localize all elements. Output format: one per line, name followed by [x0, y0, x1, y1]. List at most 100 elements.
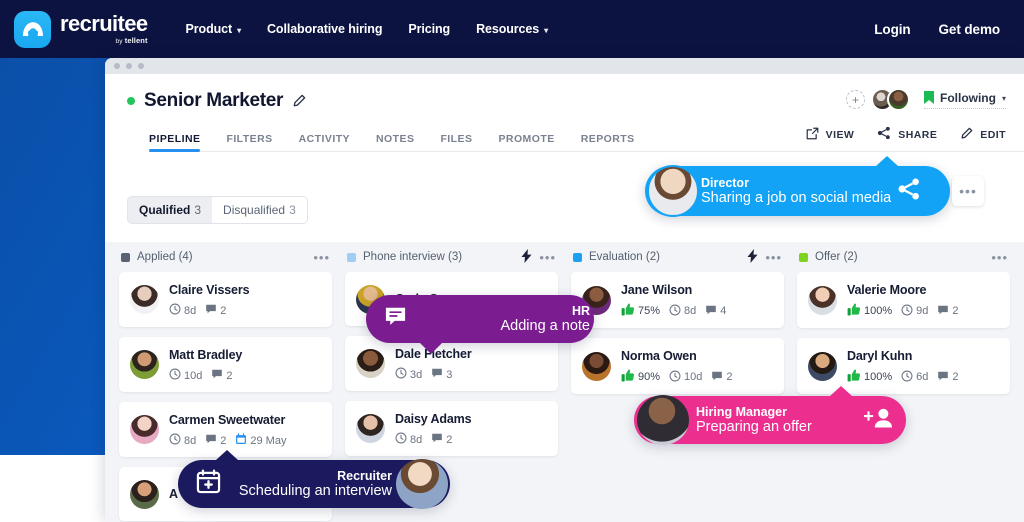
- candidate-card[interactable]: Dale Fletcher 3d 3: [345, 336, 558, 391]
- page-title: Senior Marketer: [144, 90, 284, 111]
- card-meta: 10d 2: [169, 368, 242, 383]
- avatar: [808, 285, 837, 315]
- automation-bolt-icon[interactable]: [521, 249, 532, 265]
- comment-count: 2: [205, 433, 226, 448]
- pill-count: 3: [194, 203, 202, 217]
- board-overflow-menu-button[interactable]: •••: [952, 176, 984, 206]
- comment-icon: [431, 432, 443, 447]
- clock-icon: [395, 432, 407, 447]
- column-overflow-menu[interactable]: •••: [313, 251, 330, 264]
- nav-label: Collaborative hiring: [267, 22, 383, 36]
- window-maximize-dot[interactable]: [138, 63, 144, 69]
- clock-icon: [669, 370, 681, 385]
- callout-tail: [876, 156, 898, 166]
- get-demo-button[interactable]: Get demo: [939, 22, 1001, 37]
- callout-hiring-manager: Hiring Manager Preparing an offer: [634, 386, 906, 445]
- browser-chrome-bar: [105, 58, 1024, 74]
- candidate-name: Daisy Adams: [395, 412, 472, 426]
- nav-item-pricing[interactable]: Pricing: [408, 22, 450, 36]
- column-header: Applied (4) •••: [119, 242, 332, 272]
- days-in-stage: 10d: [169, 368, 202, 383]
- recruitee-logo-icon: [14, 10, 51, 48]
- comment-count: 2: [205, 303, 226, 318]
- clock-icon: [395, 367, 407, 382]
- callout-tail: [216, 450, 238, 460]
- tab-pipeline[interactable]: PIPELINE: [149, 133, 201, 152]
- avatar: [130, 415, 159, 444]
- login-link[interactable]: Login: [874, 22, 910, 37]
- callout-tail: [420, 343, 442, 354]
- callout-text: Hiring Manager Preparing an offer: [696, 405, 812, 435]
- recruitee-logo[interactable]: recruitee by tellent: [14, 10, 148, 48]
- candidate-card[interactable]: Matt Bradley 10d 2: [119, 337, 332, 392]
- tab-activity[interactable]: ACTIVITY: [299, 133, 350, 152]
- candidate-card[interactable]: Daisy Adams 8d 2: [345, 401, 558, 456]
- days-in-stage: 8d: [169, 303, 196, 318]
- candidate-card[interactable]: Norma Owen 90% 10d 2: [571, 338, 784, 394]
- window-close-dot[interactable]: [114, 63, 120, 69]
- edit-title-pencil-icon[interactable]: [292, 94, 306, 108]
- job-actions-row: VIEW SHARE EDIT: [806, 126, 1006, 143]
- candidate-name: Carmen Sweetwater: [169, 413, 286, 427]
- days-in-stage: 10d: [669, 370, 702, 385]
- avatar: [130, 350, 159, 379]
- share-button[interactable]: SHARE: [877, 126, 937, 143]
- tab-reports[interactable]: REPORTS: [581, 133, 635, 152]
- candidate-card[interactable]: Daryl Kuhn 100% 6d 2: [797, 338, 1010, 394]
- page-background-white: [0, 455, 113, 522]
- card-meta: 100% 9d 2: [847, 303, 959, 319]
- pill-qualified[interactable]: Qualified 3: [128, 197, 213, 223]
- column-header: Phone interview (3) •••: [345, 242, 558, 272]
- tab-files[interactable]: FILES: [440, 133, 472, 152]
- callout-tail: [830, 386, 852, 396]
- comment-count: 2: [211, 368, 232, 383]
- nav-item-resources[interactable]: Resources ▾: [476, 22, 548, 36]
- edit-button[interactable]: EDIT: [960, 127, 1006, 143]
- chevron-down-icon: ▾: [237, 25, 241, 35]
- add-collaborator-button[interactable]: +: [845, 90, 865, 109]
- scheduled-date: 29 May: [235, 433, 286, 448]
- page-background-blue: [0, 58, 113, 455]
- tab-promote[interactable]: PROMOTE: [498, 133, 554, 152]
- candidate-name: Valerie Moore: [847, 283, 927, 297]
- column-overflow-menu[interactable]: •••: [765, 251, 782, 264]
- card-meta: 75% 8d 4: [621, 303, 726, 319]
- comment-count: 2: [937, 304, 959, 319]
- candidate-name: Claire Vissers: [169, 283, 250, 297]
- collaborator-avatar[interactable]: [886, 88, 910, 111]
- tab-notes[interactable]: NOTES: [376, 133, 414, 152]
- candidate-card[interactable]: Carmen Sweetwater 8d 2 29 May: [119, 402, 332, 457]
- nav-item-product[interactable]: Product ▾: [186, 22, 242, 36]
- app-window: Senior Marketer PIPELINE FILTERS ACTIVIT…: [105, 58, 1024, 522]
- column-header: Evaluation (2) •••: [571, 242, 784, 272]
- pill-disqualified[interactable]: Disqualified 3: [212, 197, 307, 223]
- days-in-stage: 8d: [669, 304, 696, 319]
- callout-director: Director Sharing a job on social media: [645, 156, 950, 217]
- column-header: Offer (2) •••: [797, 242, 1010, 272]
- candidate-card[interactable]: Claire Vissers 8d 2: [119, 272, 332, 327]
- callout-text: Director Sharing a job on social media: [701, 176, 891, 206]
- callout-role: Director: [701, 175, 749, 190]
- avatar: [582, 351, 611, 381]
- candidate-card[interactable]: Valerie Moore 100% 9d 2: [797, 272, 1010, 328]
- tab-filters[interactable]: FILTERS: [226, 133, 272, 152]
- logo-wordmark: recruitee: [60, 11, 148, 36]
- comment-count: 2: [431, 432, 452, 447]
- header-right-cluster: + Following ▾ VIEW SHARE EDIT: [806, 88, 1006, 143]
- column-overflow-menu[interactable]: •••: [991, 251, 1008, 264]
- column-overflow-menu[interactable]: •••: [539, 251, 556, 264]
- view-button[interactable]: VIEW: [806, 127, 855, 143]
- nav-item-collaborative-hiring[interactable]: Collaborative hiring: [267, 22, 382, 36]
- days-in-stage: 8d: [395, 432, 422, 447]
- following-label: Following: [939, 90, 996, 105]
- card-meta: 100% 6d 2: [847, 369, 959, 385]
- automation-bolt-icon[interactable]: [747, 249, 758, 265]
- following-dropdown[interactable]: Following ▾: [923, 90, 1006, 109]
- comment-icon: [205, 433, 217, 448]
- action-label: EDIT: [980, 128, 1006, 141]
- window-minimize-dot[interactable]: [126, 63, 132, 69]
- comment-icon: [937, 304, 949, 319]
- comment-count: 2: [711, 370, 733, 385]
- candidate-card[interactable]: Jane Wilson 75% 8d 4: [571, 272, 784, 328]
- column-title: Applied (4): [137, 251, 193, 263]
